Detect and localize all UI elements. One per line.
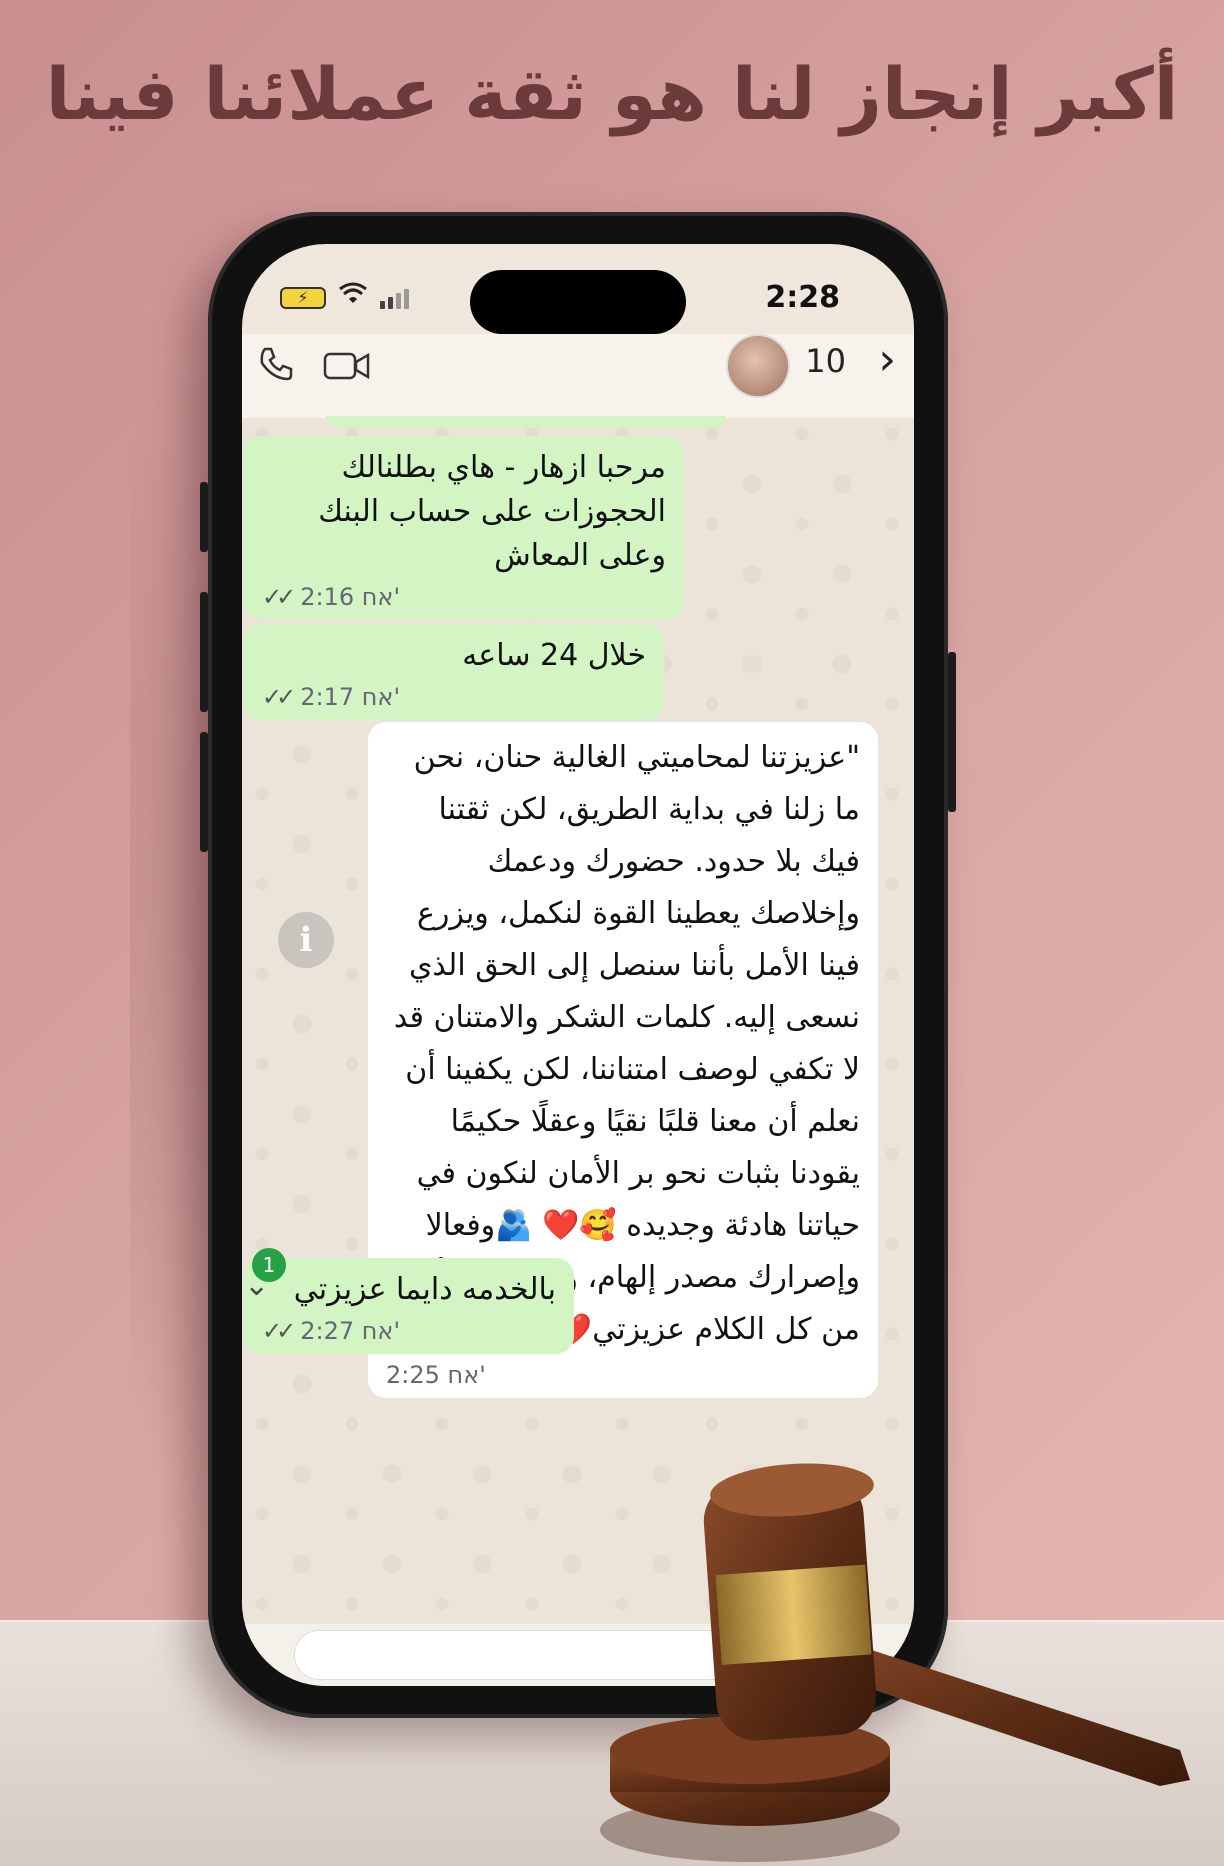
signal-icon [380,287,409,309]
message-meta: ✓✓ 2:27 אח' [262,1316,556,1346]
read-ticks-icon: ✓✓ [262,683,296,711]
status-time: 2:28 [765,280,840,315]
message-text: بالخدمه دايما عزيزتي [293,1272,556,1307]
message-meta: ✓✓ 2:17 אח' [262,682,646,712]
message-time: 2:25 אח' [386,1361,486,1389]
message-text: خلال 24 ساعه [462,638,646,673]
message-bubble[interactable]: خلال 24 ساعه ✓✓ 2:17 אח' [244,624,664,720]
contact-avatar[interactable] [726,334,790,398]
message-time: 2:27 אח' [300,1317,401,1345]
unread-count: 10 [805,342,846,380]
phone-button-volume-down [200,732,208,852]
info-icon[interactable]: i [278,912,334,968]
message-meta: ✓✓ 2:16 אח' [262,582,666,612]
chevron-right-icon[interactable]: › [878,334,896,385]
chevron-down-icon[interactable]: ⌄ [244,1268,269,1303]
phone-button-action [200,482,208,552]
message-bubble[interactable]: مرحبا ازهار - هاي بطلنالك الحجوزات على ح… [244,436,684,620]
read-ticks-icon: ✓✓ [262,583,296,611]
dynamic-island [470,270,686,334]
phone-button-volume-up [200,592,208,712]
message-text: مرحبا ازهار - هاي بطلنالك الحجوزات على ح… [318,450,666,573]
chat-header: 10 › [242,334,914,418]
wifi-icon [338,282,368,313]
message-time: 2:17 אח' [300,683,401,711]
battery-icon: ⚡ [280,286,326,309]
message-bubble[interactable]: بالخدمه دايما عزيزتي ✓✓ 2:27 אח' [244,1258,574,1354]
message-meta: 2:25 אח' [386,1360,860,1390]
read-ticks-icon: ✓✓ [262,1317,296,1345]
message-time: 2:16 אח' [300,583,401,611]
gavel-image [600,1463,1190,1862]
phone-icon[interactable] [256,344,296,384]
video-icon[interactable] [322,346,372,386]
phone-button-power [948,652,956,812]
page-headline: أكبر إنجاز لنا هو ثقة عملائنا فينا [45,52,1179,136]
previous-message-tail [326,416,726,428]
status-icons: ⚡ [280,282,409,313]
